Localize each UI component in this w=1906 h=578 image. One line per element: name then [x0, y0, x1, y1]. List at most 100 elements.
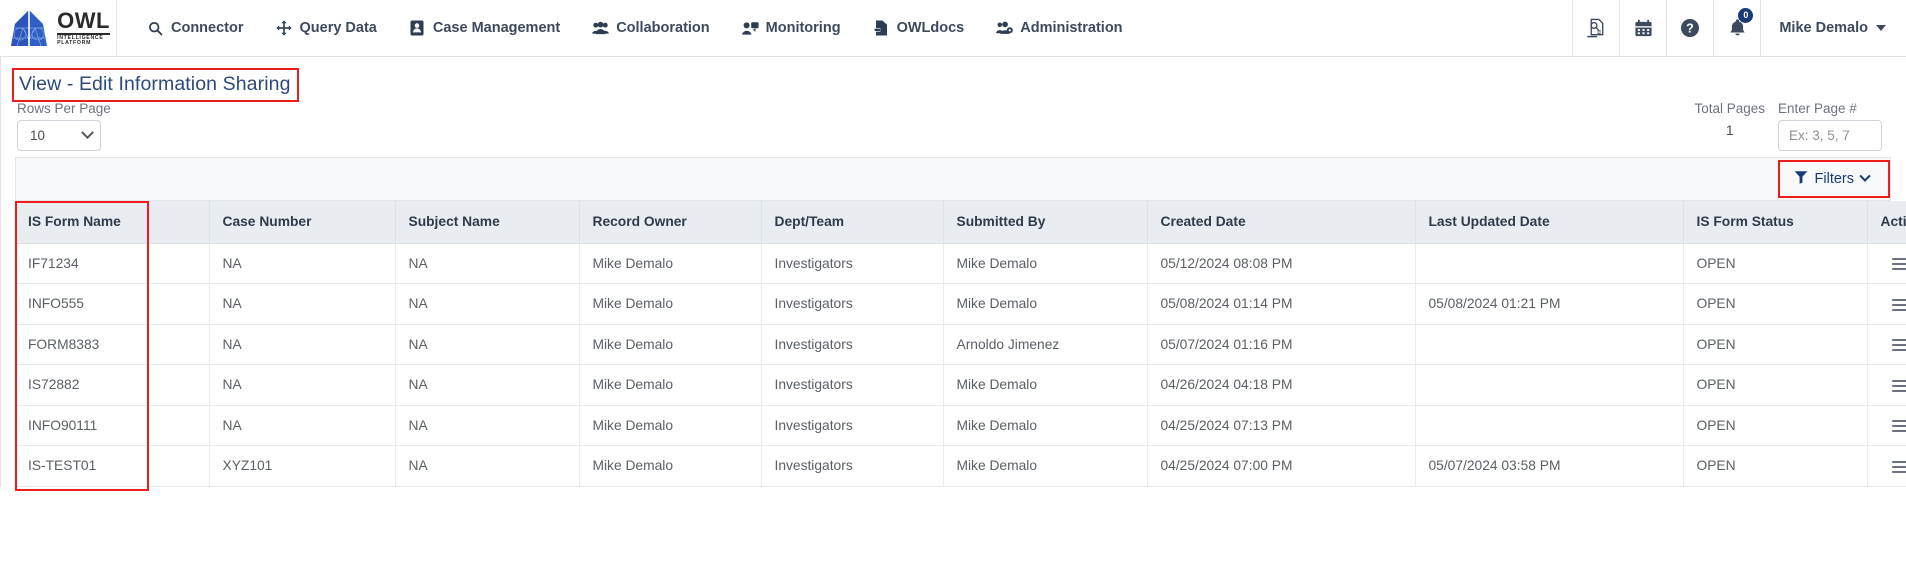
- cell-case-number: NA: [209, 405, 396, 446]
- cell-created-date: 05/12/2024 08:08 PM: [1147, 243, 1416, 284]
- enter-page-input[interactable]: [1778, 120, 1882, 151]
- table-header-row: IS Form Name Case Number Subject Name Re…: [15, 201, 1906, 244]
- cell-created-date: 04/25/2024 07:13 PM: [1147, 405, 1416, 446]
- total-pages-control: Total Pages 1: [1694, 101, 1765, 138]
- rows-per-page-select[interactable]: 10: [17, 120, 101, 151]
- cell-is-form-status: OPEN: [1683, 445, 1868, 487]
- rows-per-page-label: Rows Per Page: [17, 101, 111, 116]
- nav-item-label: Administration: [1020, 20, 1123, 36]
- row-menu-icon[interactable]: [1892, 339, 1906, 352]
- table-row[interactable]: IS72882 NA NA Mike Demalo Investigators …: [15, 364, 1906, 406]
- nav-item-label: Case Management: [432, 20, 561, 36]
- column-header-is-form-name[interactable]: IS Form Name: [15, 201, 210, 244]
- cell-dept-team: Investigators: [761, 324, 944, 365]
- nav-item-collaboration[interactable]: Collaboration: [576, 0, 725, 56]
- brand-logo[interactable]: OWL INTELLIGENCE PLATFORM: [0, 0, 117, 56]
- file-export-icon: [873, 20, 890, 37]
- pager-right-group: Total Pages 1 Enter Page #: [1694, 101, 1892, 151]
- cell-action: [1867, 324, 1906, 365]
- filter-toolbar: Filters: [15, 157, 1891, 201]
- nav-item-monitoring[interactable]: Monitoring: [726, 0, 857, 56]
- column-header-is-form-status[interactable]: IS Form Status: [1683, 201, 1868, 244]
- nav-item-administration[interactable]: Administration: [980, 0, 1138, 56]
- cell-is-form-name[interactable]: FORM8383: [15, 324, 210, 365]
- report-search-icon[interactable]: [1572, 0, 1619, 56]
- cell-action: [1867, 243, 1906, 284]
- user-menu[interactable]: Mike Demalo: [1760, 0, 1906, 56]
- table-row[interactable]: IS-TEST01 XYZ101 NA Mike Demalo Investig…: [15, 445, 1906, 487]
- notifications-bell-button[interactable]: 0: [1713, 0, 1760, 56]
- enter-page-label: Enter Page #: [1778, 101, 1857, 116]
- cell-submitted-by: Mike Demalo: [943, 445, 1148, 487]
- cell-action: [1867, 445, 1906, 487]
- brand-name: OWL: [57, 7, 110, 33]
- enter-page-control: Enter Page #: [1778, 101, 1882, 151]
- cell-created-date: 04/25/2024 07:00 PM: [1147, 445, 1416, 487]
- column-header-submitted-by[interactable]: Submitted By: [943, 201, 1148, 244]
- cell-subject-name: NA: [395, 243, 580, 284]
- nav-right-tools: ? 0 Mike Demalo: [1572, 0, 1906, 56]
- rows-per-page-control: Rows Per Page 10: [17, 101, 111, 151]
- cell-record-owner: Mike Demalo: [579, 445, 762, 487]
- cell-created-date: 05/08/2024 01:14 PM: [1147, 283, 1416, 325]
- chevron-down-icon: [1876, 25, 1886, 31]
- nav-item-connector[interactable]: Connector: [131, 0, 260, 56]
- calendar-icon[interactable]: [1619, 0, 1666, 56]
- row-menu-icon[interactable]: [1892, 460, 1906, 473]
- nav-item-label: Connector: [171, 20, 244, 36]
- row-menu-icon[interactable]: [1892, 298, 1906, 311]
- cell-is-form-name[interactable]: IF71234: [15, 243, 210, 284]
- table-row[interactable]: FORM8383 NA NA Mike Demalo Investigators…: [15, 324, 1906, 365]
- cell-last-updated-date: [1415, 364, 1684, 406]
- table-row[interactable]: INFO90111 NA NA Mike Demalo Investigator…: [15, 405, 1906, 446]
- help-circle-icon[interactable]: ?: [1666, 0, 1713, 56]
- column-header-subject-name[interactable]: Subject Name: [395, 201, 580, 244]
- column-header-created-date[interactable]: Created Date: [1147, 201, 1416, 244]
- nav-item-case-management[interactable]: Case Management: [393, 0, 576, 56]
- cell-subject-name: NA: [395, 324, 580, 365]
- cell-created-date: 05/07/2024 01:16 PM: [1147, 324, 1416, 365]
- cell-is-form-status: OPEN: [1683, 364, 1868, 406]
- cell-is-form-name[interactable]: IS72882: [15, 364, 210, 406]
- cell-dept-team: Investigators: [761, 445, 944, 487]
- cell-is-form-status: OPEN: [1683, 243, 1868, 284]
- information-sharing-table: IS Form Name Case Number Subject Name Re…: [15, 201, 1906, 487]
- filters-button-label: Filters: [1814, 171, 1854, 187]
- cell-is-form-name[interactable]: INFO90111: [15, 405, 210, 446]
- row-menu-icon[interactable]: [1892, 379, 1906, 392]
- cell-is-form-status: OPEN: [1683, 405, 1868, 446]
- cell-last-updated-date: 05/08/2024 01:21 PM: [1415, 283, 1684, 325]
- pagination-controls-row: Rows Per Page 10 Total Pages 1 Enter Pag…: [14, 101, 1892, 157]
- cell-dept-team: Investigators: [761, 283, 944, 325]
- cell-last-updated-date: [1415, 324, 1684, 365]
- cell-action: [1867, 364, 1906, 406]
- nav-item-query-data[interactable]: Query Data: [260, 0, 393, 56]
- chevron-down-icon: [81, 126, 94, 140]
- cell-submitted-by: Arnoldo Jimenez: [943, 324, 1148, 365]
- cell-case-number: XYZ101: [209, 445, 396, 487]
- total-pages-value: 1: [1725, 122, 1734, 138]
- cell-submitted-by: Mike Demalo: [943, 243, 1148, 284]
- row-menu-icon[interactable]: [1892, 420, 1906, 433]
- nav-item-label: OWLdocs: [896, 20, 965, 36]
- column-header-record-owner[interactable]: Record Owner: [579, 201, 762, 244]
- page-left-divider: [0, 57, 1, 487]
- owl-logo-icon: [11, 10, 48, 47]
- cell-submitted-by: Mike Demalo: [943, 364, 1148, 406]
- cell-is-form-name[interactable]: IS-TEST01: [15, 445, 210, 487]
- column-header-dept-team[interactable]: Dept/Team: [761, 201, 944, 244]
- table-row[interactable]: INFO555 NA NA Mike Demalo Investigators …: [15, 283, 1906, 325]
- row-menu-icon[interactable]: [1892, 258, 1906, 271]
- cell-is-form-name[interactable]: INFO555: [15, 283, 210, 325]
- forms-table-wrapper: IS Form Name Case Number Subject Name Re…: [15, 201, 1906, 491]
- table-row[interactable]: IF71234 NA NA Mike Demalo Investigators …: [15, 243, 1906, 284]
- total-pages-label: Total Pages: [1694, 101, 1765, 116]
- column-header-case-number[interactable]: Case Number: [209, 201, 396, 244]
- nav-item-owldocs[interactable]: OWLdocs: [857, 0, 981, 56]
- users-icon: [592, 20, 610, 37]
- cell-last-updated-date: [1415, 243, 1684, 284]
- column-header-last-updated-date[interactable]: Last Updated Date: [1415, 201, 1684, 244]
- filters-button[interactable]: Filters: [1786, 167, 1877, 191]
- cell-is-form-status: OPEN: [1683, 324, 1868, 365]
- cell-subject-name: NA: [395, 364, 580, 406]
